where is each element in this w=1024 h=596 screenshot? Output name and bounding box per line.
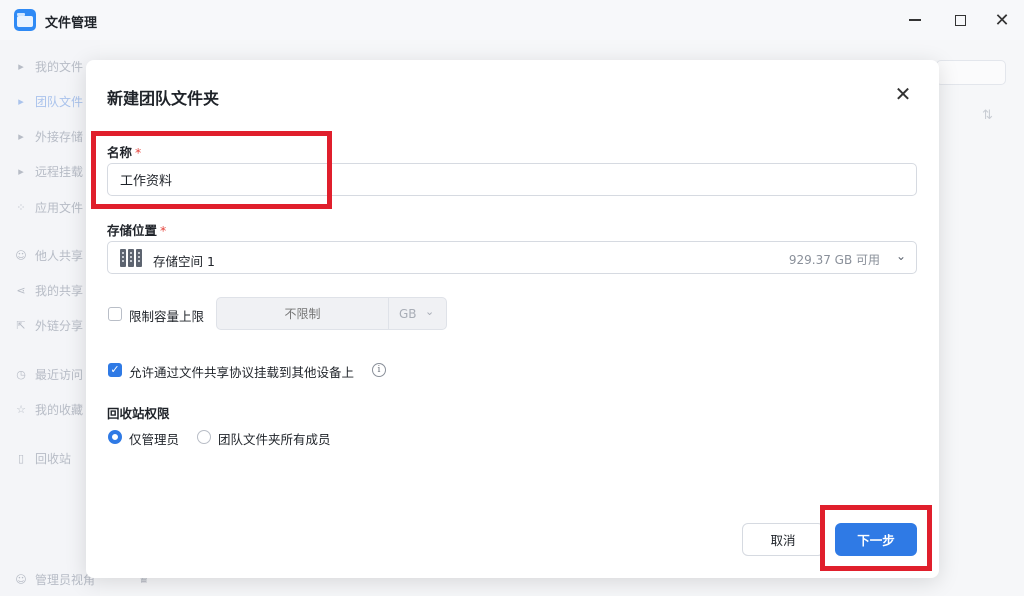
dialog-close-icon[interactable]: ✕ (892, 84, 914, 106)
sidebar-item-my-shares[interactable]: ⋖ 我的共享 (14, 282, 83, 299)
sidebar: ▸ 我的文件 ▸ 团队文件 ▸ 外接存储 ▸ 远程挂载 ⁘ 应用文件 ☺ 他人共享 ⋖ 我的共… (0, 40, 100, 596)
sidebar-item-remote-mount[interactable]: ▸ 远程挂载 (14, 163, 83, 180)
mount-protocol-label: 允许通过文件共享协议挂载到其他设备上 (129, 365, 355, 380)
apps-icon: ⁘ (16, 201, 26, 214)
window-title: 文件管理 (45, 16, 98, 31)
highlight-name-field (91, 131, 332, 209)
limit-capacity-checkbox[interactable] (108, 307, 122, 321)
capacity-limit-input[interactable] (217, 298, 388, 329)
highlight-next-button (820, 505, 932, 571)
sidebar-item-label: 回收站 (35, 452, 72, 466)
clock-icon: ◷ (16, 368, 26, 381)
radio-all-members[interactable] (197, 430, 211, 444)
sidebar-item-label: 最近访问 (35, 368, 84, 382)
cancel-button[interactable]: 取消 (742, 523, 824, 556)
users-icon: ☺ (15, 249, 27, 262)
sidebar-item-link-shares[interactable]: ⇱ 外链分享 (14, 317, 83, 334)
sidebar-item-label: 我的收藏 (35, 403, 84, 417)
storage-disk-icon (120, 249, 142, 267)
trash-icon: ▯ (17, 452, 25, 465)
sidebar-item-label: 远程挂载 (35, 165, 84, 179)
admin-icon: ☺ (15, 573, 27, 586)
title-bar: 文件管理 ✕ (0, 0, 1024, 40)
sidebar-item-my-files[interactable]: ▸ 我的文件 (14, 58, 83, 75)
radio-all-members-label: 团队文件夹所有成员 (218, 432, 331, 447)
radio-admin-only[interactable] (108, 430, 122, 444)
background-search-box (936, 60, 1006, 85)
storage-location-select[interactable]: 存储空间 1 929.37 GB 可用 ⌄ (107, 241, 917, 274)
sidebar-item-team-files[interactable]: ▸ 团队文件 (14, 93, 83, 110)
sidebar-item-label: 外接存储 (35, 130, 84, 144)
recycle-permission-label: 回收站权限 (107, 406, 170, 421)
sidebar-item-label: 团队文件 (35, 95, 84, 109)
window-close-button[interactable]: ✕ (992, 10, 1012, 31)
limit-capacity-label: 限制容量上限 (129, 309, 205, 324)
share-icon: ⋖ (16, 284, 26, 297)
sidebar-item-recycle-bin[interactable]: ▯ 回收站 (14, 450, 71, 467)
star-icon: ☆ (16, 403, 26, 416)
storage-label: 存储位置 * (107, 220, 166, 239)
sidebar-item-shared-with-me[interactable]: ☺ 他人共享 (14, 247, 83, 264)
capacity-unit-select[interactable]: GB (399, 307, 417, 321)
dialog-title: 新建团队文件夹 (107, 89, 220, 108)
info-icon[interactable]: i (372, 363, 386, 377)
storage-label-text: 存储位置 (107, 223, 158, 238)
sidebar-item-app-files[interactable]: ⁘ 应用文件 (14, 199, 83, 216)
mount-protocol-checkbox[interactable]: ✓ (108, 363, 122, 377)
caret-right-icon: ▸ (18, 95, 24, 108)
sidebar-item-label: 我的共享 (35, 284, 84, 298)
required-mark: * (160, 223, 167, 238)
caret-right-icon: ▸ (18, 60, 24, 73)
storage-value: 存储空间 1 (153, 254, 215, 269)
sidebar-item-favorites[interactable]: ☆ 我的收藏 (14, 401, 83, 418)
sidebar-item-external-storage[interactable]: ▸ 外接存储 (14, 128, 83, 145)
chevron-down-icon: ⌄ (895, 249, 906, 263)
sidebar-item-recent[interactable]: ◷ 最近访问 (14, 366, 83, 383)
maximize-button[interactable] (950, 10, 970, 30)
sidebar-item-label: 他人共享 (35, 249, 84, 263)
caret-right-icon: ▸ (18, 130, 24, 143)
sidebar-item-admin-view[interactable]: ☺ 管理员视角 (14, 571, 95, 588)
chevron-down-icon: ⌄ (425, 305, 435, 318)
link-share-icon: ⇱ (16, 319, 26, 332)
divider (388, 298, 389, 329)
sidebar-item-label: 我的文件 (35, 60, 84, 74)
capacity-limit-group: GB ⌄ (216, 297, 447, 330)
minimize-button[interactable] (905, 10, 925, 30)
sidebar-item-label: 应用文件 (35, 201, 84, 215)
folder-app-icon (14, 9, 36, 31)
sidebar-item-label: 外链分享 (35, 319, 84, 333)
storage-available: 929.37 GB 可用 (788, 253, 880, 267)
sort-icon: ⇅ (982, 108, 993, 123)
radio-admin-only-label: 仅管理员 (129, 432, 180, 447)
caret-right-icon: ▸ (18, 165, 24, 178)
